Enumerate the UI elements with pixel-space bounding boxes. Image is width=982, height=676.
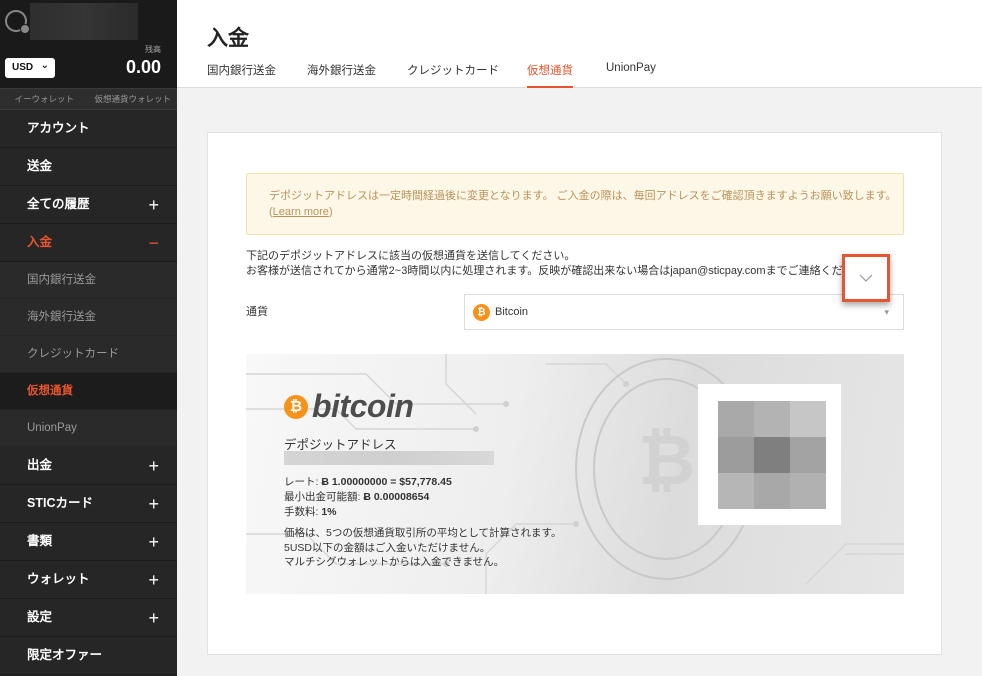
tab-crypto-wallet[interactable]: 仮想通貨ウォレット <box>89 89 178 109</box>
rate-row: レート: Ƀ 1.00000000 = $57,778.45 <box>284 474 452 489</box>
bitcoin-icon: ₿ <box>473 304 490 321</box>
sidebar-item-transfer[interactable]: 送金 <box>0 148 177 186</box>
bitcoin-logo: ₿ bitcoin <box>284 388 414 425</box>
sidebar-item-label: ウォレット <box>27 572 90 586</box>
user-name-redacted <box>30 3 138 40</box>
sidebar-item-label: STICカード <box>27 496 93 510</box>
sidebar-item-label: 送金 <box>27 159 53 173</box>
expand-icon[interactable]: + <box>148 448 159 485</box>
rate-label: レート: <box>284 476 322 488</box>
sidebar-item-label: 限定オファー <box>27 648 103 662</box>
account-summary: USD ⌄ 残高 0.00 <box>0 0 177 88</box>
deposit-notes: 価格は、5つの仮想通貨取引所の平均として計算されます。 5USD以下の金額はご入… <box>284 526 561 570</box>
sidebar-item-account[interactable]: アカウント <box>0 110 177 148</box>
tab-overseas-bank[interactable]: 海外銀行送金 <box>307 62 376 88</box>
tab-domestic-bank[interactable]: 国内銀行送金 <box>207 62 276 88</box>
expand-icon[interactable]: + <box>148 187 159 224</box>
paren-close: ) <box>328 206 333 218</box>
deposit-address-redacted[interactable] <box>284 451 494 465</box>
sidebar-subitem-unionpay[interactable]: UnionPay <box>0 410 177 447</box>
deposit-card: デポジットアドレスは一定時間経過後に変更となります。 ご入金の際は、毎回アドレス… <box>207 132 942 655</box>
min-amount-row: 最小出金可能額: Ƀ 0.00008654 <box>284 489 429 504</box>
chevron-down-icon <box>859 274 873 282</box>
collapse-icon[interactable]: − <box>148 225 159 262</box>
note-line: 価格は、5つの仮想通貨取引所の平均として計算されます。 <box>284 527 562 539</box>
min-amount-label: 最小出金可能額: <box>284 491 364 503</box>
chevron-down-icon: ⌄ <box>40 60 49 71</box>
sidebar-subitem-domestic-bank[interactable]: 国内銀行送金 <box>0 262 177 299</box>
instruction-line-2: お客様が送信されてから通常2~3時間以内に処理されます。反映が確認出来ない場合は… <box>246 265 843 277</box>
fee-label: 手数料: <box>284 506 322 518</box>
svg-text:₿: ₿ <box>638 421 695 499</box>
sidebar-item-documents[interactable]: 書類 + <box>0 523 177 561</box>
sidebar-item-label: アカウント <box>27 121 90 135</box>
learn-more-link[interactable]: Learn more <box>273 206 329 218</box>
instructions: 下記のデポジットアドレスに該当の仮想通貨を送信してください。 お客様が送信されて… <box>246 249 843 279</box>
dropdown-toggle-button[interactable] <box>842 254 890 302</box>
rate-value: Ƀ 1.00000000 = $57,778.45 <box>321 476 452 488</box>
sidebar-item-label: 書類 <box>27 534 53 548</box>
tab-crypto[interactable]: 仮想通貨 <box>527 62 573 88</box>
notice-link-row: (Learn more) <box>269 204 903 220</box>
expand-icon[interactable]: + <box>148 486 159 523</box>
instruction-line-1: 下記のデポジットアドレスに該当の仮想通貨を送信してください。 <box>246 250 576 262</box>
caret-down-icon: ▾ <box>884 307 889 317</box>
bitcoin-logo-icon: ₿ <box>284 394 308 419</box>
currency-dropdown-value: Bitcoin <box>495 306 529 318</box>
bitcoin-deposit-panel: ₿ ₿ bitcoin デポジットアドレス レート: Ƀ 1.00000000 … <box>246 354 904 594</box>
sidebar-item-label: 出金 <box>27 458 53 472</box>
note-line: 5USD以下の金額はご入金いただけません。 <box>284 541 491 554</box>
sidebar-item-label: 設定 <box>27 610 53 624</box>
sidebar-item-limited-offer[interactable]: 限定オファー <box>0 637 177 675</box>
bitcoin-logo-text: bitcoin <box>312 388 414 424</box>
sidebar-subitem-crypto[interactable]: 仮想通貨 <box>0 373 177 410</box>
fee-value: 1% <box>321 506 337 518</box>
sidebar-item-label: 全ての履歴 <box>27 197 90 211</box>
currency-value: USD <box>12 62 34 73</box>
sidebar-item-history[interactable]: 全ての履歴 + <box>0 186 177 224</box>
sidebar-item-deposit[interactable]: 入金 − <box>0 224 177 262</box>
min-amount-value: Ƀ 0.00008654 <box>363 491 430 503</box>
sidebar-item-stic-card[interactable]: STICカード + <box>0 485 177 523</box>
expand-icon[interactable]: + <box>148 524 159 561</box>
expand-icon[interactable]: + <box>148 562 159 599</box>
balance-value: 0.00 <box>125 57 161 77</box>
sidebar-item-wallet[interactable]: ウォレット + <box>0 561 177 599</box>
sidebar-subitem-credit-card[interactable]: クレジットカード <box>0 336 177 373</box>
sidebar-item-settings[interactable]: 設定 + <box>0 599 177 637</box>
expand-icon[interactable]: + <box>148 600 159 637</box>
balance-label: 残高 <box>145 45 161 54</box>
note-line: マルチシグウォレットからは入金できません。 <box>284 556 505 568</box>
sidebar-item-label: 入金 <box>27 235 53 249</box>
currency-label: 通貨 <box>246 306 268 318</box>
notice-banner: デポジットアドレスは一定時間経過後に変更となります。 ご入金の際は、毎回アドレス… <box>246 173 904 235</box>
sidebar-item-withdraw[interactable]: 出金 + <box>0 447 177 485</box>
currency-dropdown[interactable]: ₿ Bitcoin ▾ <box>464 294 904 330</box>
fee-row: 手数料: 1% <box>284 504 337 519</box>
qr-code <box>698 384 841 525</box>
sidebar-subitem-overseas-bank[interactable]: 海外銀行送金 <box>0 299 177 336</box>
wallet-tabs: イーウォレット 仮想通貨ウォレット <box>0 88 177 110</box>
tab-unionpay[interactable]: UnionPay <box>606 62 656 88</box>
qr-code-redacted <box>718 401 826 509</box>
page-title: 入金 <box>207 27 249 50</box>
sidebar: USD ⌄ 残高 0.00 イーウォレット 仮想通貨ウォレット アカウント 送金… <box>0 0 177 676</box>
tab-e-wallet[interactable]: イーウォレット <box>0 89 89 109</box>
currency-select[interactable]: USD ⌄ <box>5 58 55 78</box>
avatar-icon[interactable] <box>5 10 30 34</box>
notice-text: デポジットアドレスは一定時間経過後に変更となります。 ご入金の際は、毎回アドレス… <box>269 190 897 202</box>
page-header: 入金 国内銀行送金 海外銀行送金 クレジットカード 仮想通貨 UnionPay <box>177 0 982 88</box>
tab-credit-card[interactable]: クレジットカード <box>407 62 499 88</box>
